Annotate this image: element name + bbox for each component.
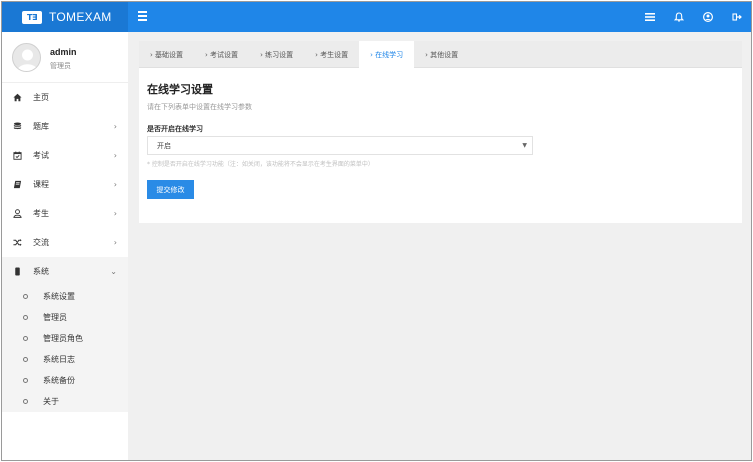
sidebar-item-question-bank[interactable]: 题库 › — [2, 112, 128, 141]
sidebar-item-exchange[interactable]: 交流 › — [2, 228, 128, 257]
sidebar-subitem-label: 系统备份 — [43, 376, 75, 385]
chevron-right-icon: › — [113, 122, 117, 131]
tab-practice-settings[interactable]: › 练习设置 — [249, 41, 304, 68]
user-circle-icon[interactable] — [693, 2, 722, 32]
sidebar-item-system[interactable]: 系统 ⌄ — [2, 257, 128, 286]
sidebar: admin 管理员 主页 题库 › 考试 › 课程 › 考生 › 交流 › 系统… — [2, 32, 128, 460]
shuffle-icon — [13, 239, 22, 246]
circle-icon — [23, 399, 28, 404]
settings-panel: 在线学习设置 请在下列表单中设置在线学习参数 是否开启在线学习 开启 ▼ * 控… — [139, 68, 742, 223]
top-bar: T∃ TOMEXAM — [2, 2, 751, 32]
submit-button[interactable]: 提交修改 — [147, 180, 194, 199]
sidebar-subitem-admin-role[interactable]: 管理员角色 — [2, 328, 128, 349]
logo-icon: T∃ — [22, 10, 42, 24]
chevron-right-icon: › — [113, 238, 117, 247]
sidebar-item-label: 考试 — [33, 151, 49, 160]
sidebar-subitem-label: 管理员角色 — [43, 334, 83, 343]
sidebar-item-label: 交流 — [33, 238, 49, 247]
brand-name: TOMEXAM — [49, 10, 112, 24]
tab-other-settings[interactable]: › 其他设置 — [414, 41, 469, 68]
sidebar-item-home[interactable]: 主页 — [2, 83, 128, 112]
field-hint: * 控制是否开启在线学习功能（注：如关闭，该功能将不会显示在考生界面的菜单中） — [147, 161, 374, 168]
chevron-down-icon: ⌄ — [110, 267, 117, 276]
sidebar-item-label: 主页 — [33, 93, 49, 102]
avatar — [12, 43, 41, 72]
select-value: 开启 — [157, 141, 171, 150]
chevron-right-icon: › — [113, 209, 117, 218]
chevron-right-icon: › — [113, 151, 117, 160]
user-icon — [13, 209, 22, 218]
menu-icon[interactable] — [138, 11, 147, 21]
chevron-right-icon: › — [113, 180, 117, 189]
user-panel: admin 管理员 — [2, 32, 128, 83]
sidebar-subitem-admin[interactable]: 管理员 — [2, 307, 128, 328]
caret-down-icon: ▼ — [522, 142, 527, 149]
circle-icon — [23, 336, 28, 341]
circle-icon — [23, 315, 28, 320]
database-icon — [13, 122, 22, 130]
app-window: T∃ TOMEXAM admin 管理员 主页 题库 › 考试 › 课程 › 考… — [1, 1, 752, 461]
home-icon — [13, 93, 22, 102]
page-title: 在线学习设置 — [147, 83, 213, 96]
sidebar-item-candidate[interactable]: 考生 › — [2, 199, 128, 228]
sidebar-subitem-label: 系统日志 — [43, 355, 75, 364]
sidebar-subitem-settings[interactable]: 系统设置 — [2, 286, 128, 307]
tab-basic-settings[interactable]: › 基础设置 — [139, 41, 194, 68]
sidebar-subitem-log[interactable]: 系统日志 — [2, 349, 128, 370]
sidebar-subitem-backup[interactable]: 系统备份 — [2, 370, 128, 391]
sidebar-subitem-about[interactable]: 关于 — [2, 391, 128, 412]
user-name: admin — [50, 47, 77, 57]
sidebar-subitem-label: 关于 — [43, 397, 59, 406]
field-label: 是否开启在线学习 — [147, 125, 203, 133]
brand[interactable]: T∃ TOMEXAM — [2, 2, 128, 32]
sidebar-item-label: 题库 — [33, 122, 49, 131]
list-icon[interactable] — [635, 2, 664, 32]
sidebar-submenu-system: 系统设置 管理员 管理员角色 系统日志 系统备份 关于 — [2, 286, 128, 412]
tab-exam-settings[interactable]: › 考试设置 — [194, 41, 249, 68]
settings-tabs: › 基础设置 › 考试设置 › 练习设置 › 考生设置 › 在线学习 › 其他设… — [139, 41, 742, 69]
device-icon — [15, 267, 20, 276]
user-role: 管理员 — [50, 62, 71, 70]
book-icon — [13, 180, 22, 189]
sidebar-subitem-label: 系统设置 — [43, 292, 75, 301]
tab-candidate-settings[interactable]: › 考生设置 — [304, 41, 359, 68]
calendar-check-icon — [13, 151, 22, 160]
top-icons — [635, 2, 751, 32]
sidebar-item-label: 课程 — [33, 180, 49, 189]
page-description: 请在下列表单中设置在线学习参数 — [147, 103, 252, 111]
online-learning-select[interactable]: 开启 ▼ — [147, 136, 533, 155]
sidebar-item-course[interactable]: 课程 › — [2, 170, 128, 199]
logout-icon[interactable] — [722, 2, 751, 32]
sidebar-item-exam[interactable]: 考试 › — [2, 141, 128, 170]
circle-icon — [23, 378, 28, 383]
circle-icon — [23, 357, 28, 362]
bell-icon[interactable] — [664, 2, 693, 32]
circle-icon — [23, 294, 28, 299]
sidebar-item-label: 系统 — [33, 267, 49, 276]
sidebar-subitem-label: 管理员 — [43, 313, 67, 322]
tab-online-learning[interactable]: › 在线学习 — [359, 41, 415, 69]
sidebar-item-label: 考生 — [33, 209, 49, 218]
